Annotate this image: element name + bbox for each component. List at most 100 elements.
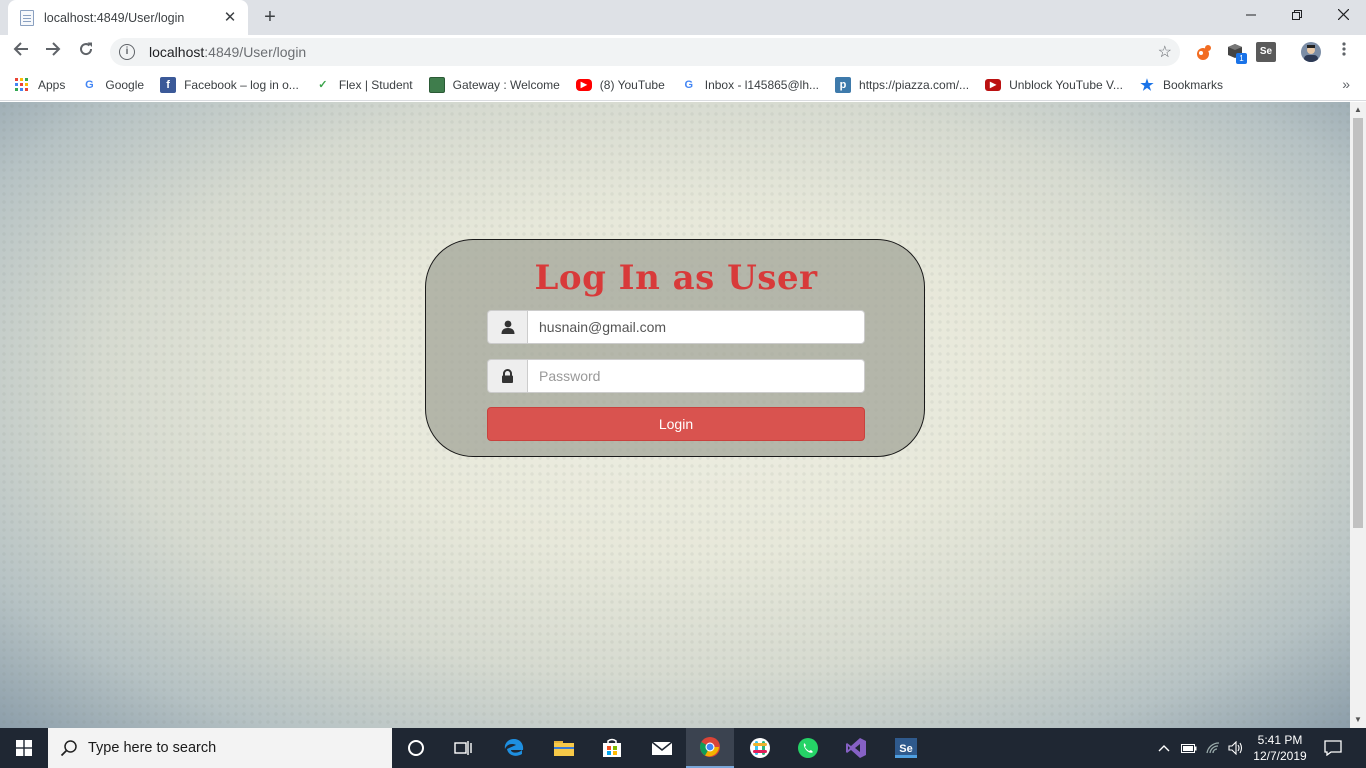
cortana-button[interactable] <box>392 728 440 768</box>
bookmark-label: Flex | Student <box>338 77 413 92</box>
forward-button[interactable] <box>40 39 66 65</box>
action-center-button[interactable] <box>1320 728 1346 768</box>
taskbar-search-box[interactable]: Type here to search <box>48 728 392 768</box>
google-icon: G <box>85 78 94 91</box>
extension-badge: 1 <box>1236 53 1247 64</box>
reload-button[interactable] <box>73 39 99 65</box>
bookmark-label: https://piazza.com/... <box>859 77 970 92</box>
battery-tray-button[interactable] <box>1180 728 1198 768</box>
reload-icon <box>80 42 93 56</box>
task-view-icon <box>454 741 472 755</box>
taskbar-clock[interactable]: 5:41 PM 12/7/2019 <box>1248 732 1312 764</box>
bookmarks-bar: Apps G Google f Facebook – log in o... ✓… <box>0 69 1366 101</box>
browser-tab[interactable]: localhost:4849/User/login ✕ <box>8 0 248 35</box>
bookmark-label: (8) YouTube <box>599 77 665 92</box>
password-input-group <box>487 359 865 393</box>
battery-icon <box>1181 744 1197 753</box>
slack-icon <box>750 738 770 758</box>
show-hidden-icons-button[interactable] <box>1156 728 1172 768</box>
restore-icon <box>1292 10 1302 20</box>
taskbar-file-explorer[interactable] <box>540 728 588 768</box>
login-button[interactable]: Login <box>487 407 865 441</box>
restore-window-button[interactable] <box>1274 0 1320 30</box>
gateway-icon <box>428 76 445 93</box>
bookmark-youtube[interactable]: ▶ (8) YouTube <box>575 77 665 92</box>
bookmark-flex[interactable]: ✓ Flex | Student <box>315 77 413 93</box>
taskbar-slack[interactable] <box>736 728 784 768</box>
bookmark-star-icon[interactable]: ☆ <box>1158 42 1172 62</box>
scroll-up-arrow-icon[interactable]: ▲ <box>1350 102 1366 118</box>
bookmark-label: Facebook – log in o... <box>184 77 299 92</box>
close-window-button[interactable] <box>1320 0 1366 30</box>
mail-envelope-icon <box>651 741 673 755</box>
scroll-down-arrow-icon[interactable]: ▼ <box>1350 712 1366 728</box>
url-host: localhost <box>149 44 205 60</box>
lock-icon <box>487 359 527 393</box>
minimize-window-button[interactable] <box>1228 0 1274 30</box>
piazza-icon: p <box>835 76 852 93</box>
windows-logo-icon <box>16 740 32 756</box>
site-info-icon[interactable]: i <box>119 44 135 60</box>
tab-title: localhost:4849/User/login <box>44 10 185 25</box>
page-scrollbar[interactable]: ▲ ▼ <box>1350 102 1366 728</box>
bookmark-unblock-youtube[interactable]: ▶ Unblock YouTube V... <box>985 78 1123 92</box>
url-text[interactable]: localhost:4849/User/login <box>149 44 306 60</box>
youtube-icon: ▶ <box>575 78 592 91</box>
start-button[interactable] <box>0 728 48 768</box>
bookmark-piazza[interactable]: p https://piazza.com/... <box>835 76 970 93</box>
selenium-extension-icon[interactable]: Se <box>1256 42 1276 62</box>
taskbar-chrome[interactable] <box>686 728 734 768</box>
bookmark-inbox[interactable]: G Inbox - l145865@lh... <box>681 77 819 93</box>
tab-close-icon[interactable]: ✕ <box>222 9 238 26</box>
apps-grid-icon <box>14 77 30 93</box>
selenium-app-icon: Se <box>895 738 917 758</box>
clock-date: 12/7/2019 <box>1253 749 1307 763</box>
bookmark-google[interactable]: G Google <box>81 77 144 93</box>
google-icon: G <box>684 78 694 91</box>
volume-tray-button[interactable] <box>1226 728 1246 768</box>
bookmark-label: Google <box>105 77 145 92</box>
chrome-icon <box>700 737 720 757</box>
notification-icon <box>1324 740 1342 756</box>
extension-orange-icon[interactable] <box>1194 42 1214 62</box>
bookmark-gateway[interactable]: Gateway : Welcome <box>428 76 560 93</box>
taskbar-edge[interactable] <box>490 728 538 768</box>
facebook-icon: f <box>160 76 177 93</box>
visual-studio-icon <box>846 738 866 758</box>
taskbar-selenium[interactable]: Se <box>882 728 930 768</box>
bookmarks-overflow-icon[interactable]: » <box>1342 76 1350 92</box>
task-view-button[interactable] <box>440 728 488 768</box>
taskbar-whatsapp[interactable] <box>784 728 832 768</box>
clock-time: 5:41 PM <box>1257 733 1303 747</box>
address-bar[interactable]: i localhost:4849/User/login ☆ <box>110 38 1180 66</box>
browser-menu-button[interactable] <box>1331 39 1357 65</box>
page-viewport: Log In as User Login <box>0 102 1350 728</box>
profile-avatar[interactable] <box>1301 42 1321 62</box>
browser-tabstrip: localhost:4849/User/login ✕ + <box>0 0 1366 35</box>
bookmark-facebook[interactable]: f Facebook – log in o... <box>160 76 299 93</box>
new-tab-button[interactable]: + <box>259 6 281 28</box>
password-field[interactable] <box>527 359 865 393</box>
login-title: Log In as User <box>534 258 818 298</box>
bookmark-folder-bookmarks[interactable]: ★ Bookmarks <box>1139 77 1223 94</box>
wifi-tray-button[interactable] <box>1204 728 1222 768</box>
taskbar-visual-studio[interactable] <box>832 728 880 768</box>
bookmark-label: Inbox - l145865@lh... <box>704 77 820 92</box>
taskbar-mail[interactable] <box>638 728 686 768</box>
minimize-icon <box>1246 14 1256 16</box>
taskbar-search-placeholder: Type here to search <box>88 740 217 756</box>
scroll-thumb[interactable] <box>1353 118 1363 528</box>
taskbar-store[interactable] <box>588 728 636 768</box>
bookmark-label: Unblock YouTube V... <box>1009 77 1123 92</box>
user-icon <box>487 310 527 344</box>
bookmark-apps[interactable]: Apps <box>14 77 65 93</box>
speaker-icon <box>1228 741 1243 755</box>
extension-cube-icon[interactable]: 1 <box>1226 42 1247 64</box>
browser-toolbar: i localhost:4849/User/login ☆ 1 Se <box>0 35 1366 69</box>
back-arrow-icon <box>13 42 28 56</box>
wifi-icon <box>1206 742 1220 754</box>
kebab-menu-icon <box>1342 42 1346 56</box>
email-field[interactable] <box>527 310 865 344</box>
login-card: Log In as User Login <box>425 239 925 457</box>
back-button[interactable] <box>8 39 34 65</box>
